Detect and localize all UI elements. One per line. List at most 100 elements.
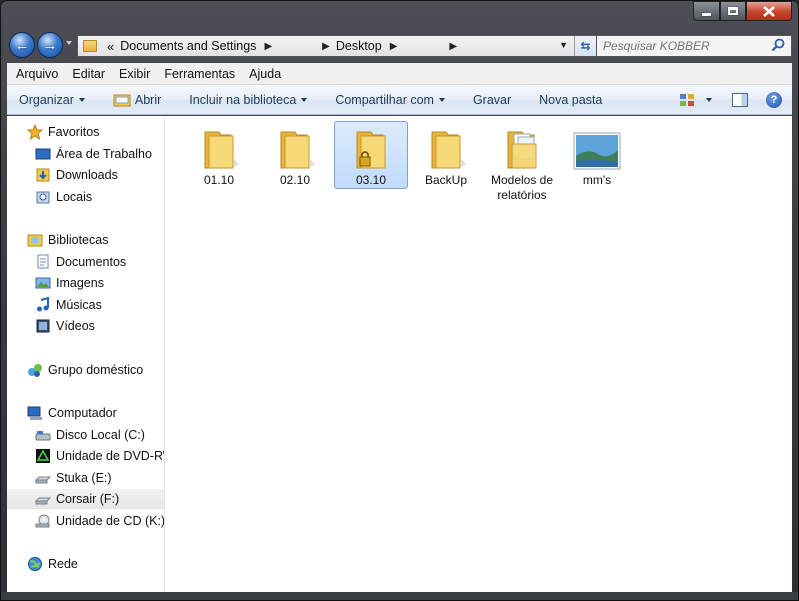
command-bar: Organizar Abrir Incluir na biblioteca Co… <box>7 85 792 115</box>
nav-drive-f[interactable]: Corsair (F:) <box>7 489 164 509</box>
file-name-line2: relatórios <box>497 188 547 202</box>
back-button[interactable]: ← <box>9 32 35 58</box>
breadcrumb-item-desktop[interactable]: Desktop <box>336 39 382 53</box>
removable-drive-icon <box>35 476 51 484</box>
breadcrumb-separator-icon[interactable]: ▶ <box>322 41 330 52</box>
nav-musicas-label: Músicas <box>56 298 102 312</box>
file-name-line1: Modelos de <box>490 173 554 187</box>
nav-videos-label: Vídeos <box>56 319 95 333</box>
dvd-drive-icon <box>36 449 50 463</box>
nav-drive-f-label: Corsair (F:) <box>56 492 120 506</box>
nav-downloads[interactable]: Downloads <box>35 165 118 185</box>
menu-exibir[interactable]: Exibir <box>110 67 155 81</box>
back-arrow-icon: ← <box>14 36 30 54</box>
nav-libraries[interactable]: Bibliotecas <box>27 230 108 250</box>
close-button[interactable] <box>746 1 792 21</box>
burn-button[interactable]: Gravar <box>459 93 525 107</box>
computer-icon <box>27 406 42 420</box>
documents-folder-icon <box>507 131 537 169</box>
minimize-button[interactable] <box>693 1 720 21</box>
breadcrumb-item-documents-and-settings[interactable]: Documents and Settings <box>120 39 256 53</box>
nav-documentos[interactable]: Documentos <box>35 252 126 272</box>
file-name: mm's <box>582 173 612 187</box>
nav-drive-c-label: Disco Local (C:) <box>56 428 145 442</box>
file-list[interactable]: 01.10 02.10 03.10 BackUp Modelos de rela… <box>166 116 792 592</box>
window-bottom-frame <box>1 592 798 600</box>
homegroup-icon <box>28 364 42 377</box>
view-controls: ? <box>679 85 792 115</box>
libraries-icon <box>27 234 43 247</box>
search-icon[interactable] <box>771 38 785 52</box>
caption-buttons <box>693 1 792 21</box>
file-item-folder[interactable]: 02.10 <box>258 121 332 189</box>
nav-locais[interactable]: Locais <box>35 187 92 207</box>
maximize-icon <box>728 7 738 15</box>
forward-arrow-icon: → <box>42 36 58 54</box>
new-folder-label: Nova pasta <box>539 92 603 107</box>
breadcrumb-separator-icon[interactable]: ▶ <box>390 41 398 52</box>
nav-videos[interactable]: Vídeos <box>35 316 95 336</box>
documents-library-icon <box>37 254 49 269</box>
nav-drive-e-label: Stuka (E:) <box>56 471 112 485</box>
menu-ajuda[interactable]: Ajuda <box>240 67 286 81</box>
nav-homegroup[interactable]: Grupo doméstico <box>27 360 143 380</box>
forward-button[interactable]: → <box>37 32 63 58</box>
nav-favorites[interactable]: Favoritos <box>27 122 99 142</box>
image-thumbnail-icon <box>573 132 621 170</box>
address-dropdown-icon[interactable]: ▼ <box>559 40 568 50</box>
chevron-down-icon <box>78 97 85 102</box>
nav-computer-label: Computador <box>48 406 117 420</box>
organize-button[interactable]: Organizar <box>7 93 99 107</box>
file-item-folder[interactable]: BackUp <box>409 121 483 189</box>
maximize-button[interactable] <box>720 1 746 21</box>
file-item-folder-locked[interactable]: 03.10 <box>334 121 408 189</box>
new-folder-button[interactable]: Nova pasta <box>525 93 616 107</box>
nav-desktop[interactable]: Área de Trabalho <box>35 144 152 164</box>
file-item-folder[interactable]: 01.10 <box>182 121 256 189</box>
file-item-image[interactable]: mm's <box>560 121 634 189</box>
nav-computer[interactable]: Computador <box>27 403 117 423</box>
close-icon <box>763 5 775 17</box>
nav-network[interactable]: Rede <box>27 554 78 574</box>
nav-documentos-label: Documentos <box>56 255 127 269</box>
desktop-icon <box>35 148 51 160</box>
change-view-icon[interactable] <box>679 93 695 107</box>
search-box[interactable] <box>596 35 792 57</box>
chevron-down-icon <box>438 97 445 102</box>
help-icon[interactable]: ? <box>766 92 782 108</box>
nav-musicas[interactable]: Músicas <box>35 295 102 315</box>
address-bar[interactable]: « Documents and Settings ▶ ▶ Desktop ▶ ▶… <box>77 35 597 57</box>
local-disk-icon <box>35 431 51 441</box>
search-input[interactable] <box>597 39 757 53</box>
nav-homegroup-label: Grupo doméstico <box>48 363 144 377</box>
nav-desktop-label: Área de Trabalho <box>56 147 152 161</box>
file-item-folder-documents[interactable]: Modelos de relatórios <box>485 121 559 205</box>
file-name: 03.10 <box>355 173 387 187</box>
removable-drive-icon <box>35 497 51 505</box>
include-library-button[interactable]: Incluir na biblioteca <box>175 93 321 107</box>
share-button[interactable]: Compartilhar com <box>321 93 459 107</box>
navigation-pane[interactable]: Favoritos Área de Trabalho Downloads Loc… <box>7 116 165 592</box>
refresh-button[interactable]: ⇆ <box>574 36 596 56</box>
music-library-icon <box>37 297 49 312</box>
menu-ferramentas[interactable]: Ferramentas <box>155 67 240 81</box>
recent-pages-dropdown[interactable] <box>66 41 72 45</box>
menu-arquivo[interactable]: Arquivo <box>7 67 63 81</box>
nav-drive-dvd[interactable]: Unidade de DVD-RW <box>35 446 164 466</box>
nav-drive-c[interactable]: Disco Local (C:) <box>35 425 145 445</box>
breadcrumb-separator-icon[interactable]: ▶ <box>449 41 457 52</box>
content-area: Favoritos Área de Trabalho Downloads Loc… <box>7 116 792 592</box>
nav-imagens[interactable]: Imagens <box>35 273 104 293</box>
nav-drive-k[interactable]: Unidade de CD (K:) <box>35 511 164 531</box>
navigation-row: ← → « Documents and Settings ▶ ▶ Desktop… <box>7 31 792 59</box>
folder-icon <box>431 131 466 169</box>
menu-editar[interactable]: Editar <box>63 67 110 81</box>
nav-drive-e[interactable]: Stuka (E:) <box>35 468 112 488</box>
view-options-dropdown-icon[interactable] <box>706 98 712 102</box>
open-button[interactable]: Abrir <box>99 93 175 107</box>
file-name: BackUp <box>424 173 468 187</box>
nav-imagens-label: Imagens <box>56 276 104 290</box>
breadcrumb-separator-icon[interactable]: ▶ <box>264 41 272 52</box>
breadcrumb-overflow[interactable]: « <box>107 39 114 54</box>
preview-pane-icon[interactable] <box>732 93 748 107</box>
